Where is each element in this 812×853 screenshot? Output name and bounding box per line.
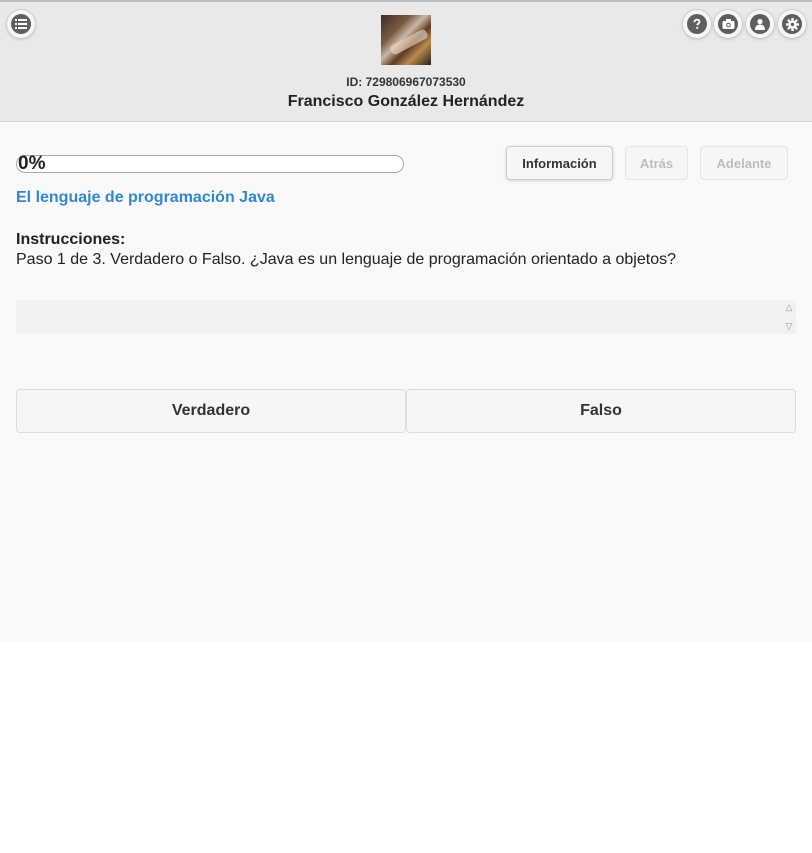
info-button[interactable]: Información [506,146,613,180]
progress-text: 0% [18,153,46,174]
back-button[interactable]: Atrás [625,146,688,180]
help-button[interactable] [683,10,711,38]
help-icon [687,14,707,34]
camera-button[interactable] [714,10,742,38]
list-icon [11,14,31,34]
camera-icon [718,14,738,34]
chevron-up-icon[interactable]: △ [786,300,793,315]
instructions-text: Paso 1 de 3. Verdadero o Falso. ¿Java es… [16,251,676,268]
user-button[interactable] [746,10,774,38]
progress-bar: 0% [16,153,404,174]
false-button[interactable]: Falso [406,389,796,433]
course-title: El lenguaje de programación Java [16,189,275,206]
main-content: 0% Información Atrás Adelante El lenguaj… [0,122,812,642]
chevron-down-icon[interactable]: ▽ [786,319,793,334]
user-name: Francisco González Hernández [287,93,525,110]
user-id: ID: 729806967073530 [346,75,466,89]
next-button[interactable]: Adelante [700,146,788,180]
true-button[interactable]: Verdadero [16,389,406,433]
app-header: ID: 729806967073530 Francisco González H… [0,0,812,122]
menu-button[interactable] [7,10,35,38]
instructions-label: Instrucciones: [16,231,126,248]
answer-textarea[interactable]: △ ▽ [16,300,796,334]
gear-icon [782,14,802,34]
settings-button[interactable] [778,10,806,38]
user-icon [750,14,770,34]
textarea-scrollbar[interactable]: △ ▽ [782,300,796,334]
avatar [381,15,431,65]
